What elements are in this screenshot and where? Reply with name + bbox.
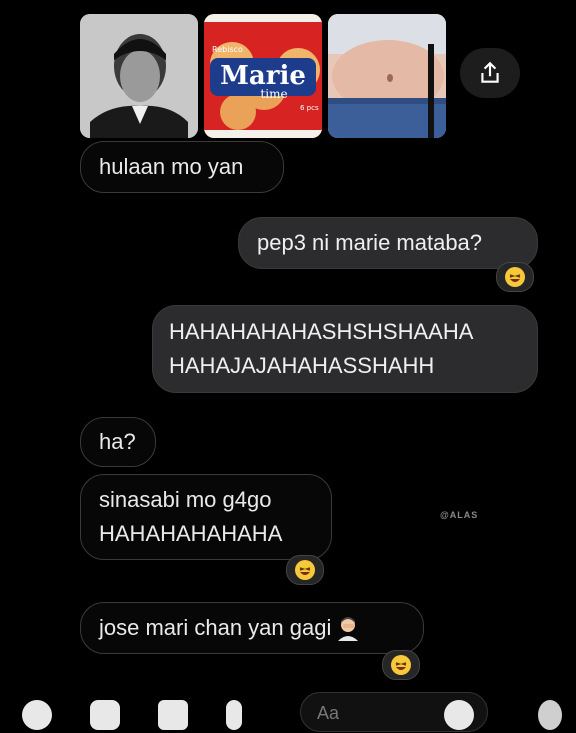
- laughing-face-icon: [295, 560, 315, 580]
- portrait-photo[interactable]: [80, 14, 198, 138]
- share-button[interactable]: [460, 48, 520, 98]
- message-received-3[interactable]: sinasabi mo g4go HAHAHAHAHAHA: [80, 474, 332, 560]
- biscuit-maker: Rebisco: [212, 45, 243, 54]
- message-line: sinasabi mo g4go: [99, 487, 272, 512]
- message-line: HAHAHAHAHASHSHSHAAHA: [169, 319, 474, 344]
- watermark: @ALAS: [440, 510, 479, 520]
- biscuit-count: 6 pcs: [300, 104, 319, 112]
- message-received-1[interactable]: hulaan mo yan: [80, 141, 284, 193]
- gallery-icon[interactable]: [158, 700, 188, 730]
- reaction-laughing-3[interactable]: [382, 650, 420, 680]
- message-line: HAHAHAHAHAHA: [99, 521, 283, 546]
- biscuit-brand-subtitle: time: [260, 87, 287, 101]
- share-icon: [481, 61, 499, 83]
- heart-icon[interactable]: [538, 700, 562, 730]
- message-line: HAHAJAJAHAHASSHAHH: [169, 353, 435, 378]
- laughing-face-icon: [505, 267, 525, 287]
- message-text: hulaan mo yan: [99, 154, 244, 179]
- message-text: pep3 ni marie mataba?: [257, 230, 483, 255]
- emoji-icon[interactable]: [444, 700, 474, 730]
- message-sent-1[interactable]: pep3 ni marie mataba?: [238, 217, 538, 269]
- message-text: jose mari chan yan gagi: [99, 615, 332, 640]
- belly-photo[interactable]: [328, 14, 446, 138]
- plus-icon[interactable]: [22, 700, 52, 730]
- message-received-4[interactable]: jose mari chan yan gagi: [80, 602, 424, 654]
- marie-biscuit-pack-photo[interactable]: Marie time Rebisco 6 pcs: [204, 14, 322, 138]
- composer-bar: Aa: [0, 692, 576, 732]
- camera-icon[interactable]: [90, 700, 120, 730]
- reaction-laughing-1[interactable]: [496, 262, 534, 292]
- shared-photos: Marie time Rebisco 6 pcs: [80, 14, 450, 138]
- message-text: ha?: [99, 429, 136, 454]
- reaction-laughing-2[interactable]: [286, 555, 324, 585]
- microphone-icon[interactable]: [226, 700, 242, 730]
- laughing-face-icon: [391, 655, 411, 675]
- man-facepalming-icon: [335, 615, 361, 641]
- message-sent-2[interactable]: HAHAHAHAHASHSHSHAAHA HAHAJAJAHAHASSHAHH: [152, 305, 538, 393]
- message-received-2[interactable]: ha?: [80, 417, 156, 467]
